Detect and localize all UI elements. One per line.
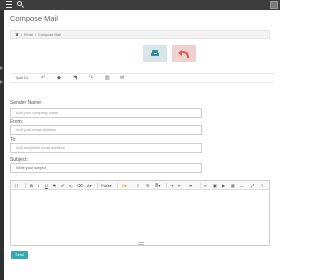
label-icon[interactable]: ◥ — [73, 76, 77, 81]
unordered-list-icon[interactable]: ☰ — [146, 183, 150, 188]
home-icon[interactable] — [15, 32, 19, 37]
reply-arrow-icon — [178, 49, 190, 58]
back-button[interactable] — [172, 45, 196, 62]
video-icon[interactable]: ▶ — [222, 183, 225, 188]
code-view-icon[interactable]: ⟨⟩ — [15, 183, 18, 188]
tag-icon[interactable]: ◆ — [57, 76, 61, 81]
trash-icon[interactable]: ▥ — [105, 76, 110, 81]
ordered-list-icon[interactable]: ≡ — [137, 183, 139, 188]
breadcrumb: / Email / Compose Mail — [10, 30, 270, 39]
bold-icon[interactable]: B — [30, 183, 33, 188]
table-icon[interactable]: ▦ — [231, 183, 235, 188]
strikethrough-icon[interactable]: S — [53, 183, 56, 188]
indent-icon[interactable]: ⇥ — [170, 183, 173, 188]
line-height-icon[interactable]: ↕▾ — [188, 183, 192, 188]
paragraph-select[interactable]: Para▾ — [101, 183, 111, 188]
forward-icon[interactable]: ↷ — [89, 76, 93, 81]
add-cc-button[interactable]: Add Cc — [16, 76, 28, 80]
text-color-icon[interactable]: A▾ — [122, 183, 127, 188]
breadcrumb-email[interactable]: Email — [24, 33, 33, 37]
clear-format-icon[interactable]: ⌫ — [77, 183, 83, 188]
fullscreen-icon[interactable]: ⤢ — [251, 183, 254, 188]
link-icon[interactable]: ∞ — [204, 183, 207, 188]
reply-icon[interactable]: ↶ — [41, 76, 45, 81]
from-input[interactable]: Add your email address — [10, 125, 202, 135]
breadcrumb-compose-mail: Compose Mail — [38, 32, 61, 37]
rail-arrow-icon[interactable] — [0, 66, 3, 70]
underline-icon[interactable]: U — [45, 183, 48, 188]
mail-toolbar: Add Cc ↶ ◆ ◥ ↷ ▥ ✉ — [10, 73, 274, 83]
inbox-tray-icon — [151, 50, 159, 56]
sender-name-input[interactable]: Add your company name — [10, 108, 202, 118]
editor-body[interactable] — [11, 190, 269, 242]
font-size-icon[interactable]: A▾ — [87, 183, 92, 188]
rich-text-editor: ⟨⟩ B I U S x² x₂ ⌫ A▾ Para▾ A▾ ≡ ☰ ≣▾ ⇥ … — [10, 180, 270, 246]
help-icon[interactable]: ? — [261, 183, 263, 188]
top-bar — [0, 0, 280, 10]
subscript-icon[interactable]: x₂ — [69, 183, 73, 188]
inbox-button[interactable] — [143, 45, 167, 62]
page-title: Compose Mail — [10, 14, 58, 23]
subject-input[interactable]: Write your subject — [10, 163, 202, 173]
italic-icon[interactable]: I — [38, 183, 39, 188]
left-sidebar-rail — [0, 10, 4, 280]
sender-name-label: Sender Name: — [10, 100, 43, 106]
mail-icon[interactable]: ✉ — [120, 76, 124, 81]
editor-toolbar: ⟨⟩ B I U S x² x₂ ⌫ A▾ Para▾ A▾ ≡ ☰ ≣▾ ⇥ … — [11, 181, 269, 190]
search-icon[interactable] — [17, 1, 25, 9]
horizontal-rule-icon[interactable]: — — [240, 183, 244, 188]
to-input[interactable]: Add recipients email address — [10, 143, 202, 153]
image-icon[interactable]: ▣ — [213, 183, 217, 188]
outdent-icon[interactable]: ⇤ — [178, 183, 181, 188]
send-button[interactable]: Send — [11, 251, 28, 259]
resize-grip-icon[interactable] — [138, 242, 144, 245]
rail-arrow-icon[interactable] — [0, 80, 3, 84]
superscript-icon[interactable]: x² — [61, 183, 64, 188]
user-avatar[interactable] — [270, 1, 278, 9]
menu-icon[interactable] — [6, 1, 14, 9]
align-icon[interactable]: ≣▾ — [155, 183, 160, 188]
